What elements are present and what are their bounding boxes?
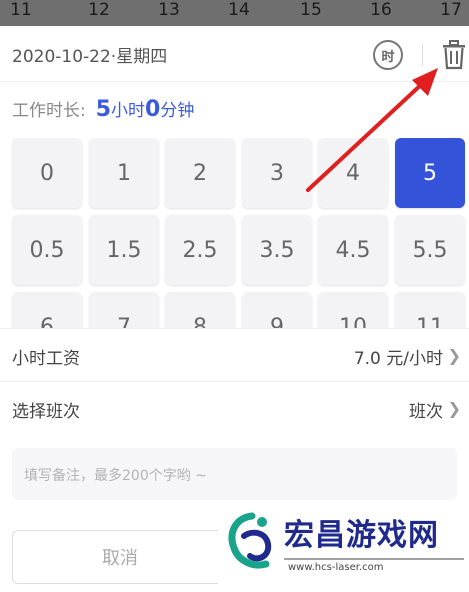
hour-option[interactable]: 2 — [165, 138, 235, 208]
hourly-wage-value: 7.0 元/小时 — [353, 349, 443, 369]
hour-option[interactable]: 4.5 — [318, 215, 388, 285]
note-placeholder: 填写备注，最多200个字哟 ~ — [24, 468, 207, 484]
calendar-day[interactable]: 16 — [366, 0, 396, 20]
shift-row[interactable]: 选择班次 班次 ❯ — [0, 381, 469, 434]
clock-button[interactable]: 时 — [373, 40, 403, 70]
hour-option[interactable]: 5 — [395, 138, 465, 208]
calendar-day[interactable]: 15 — [296, 0, 326, 20]
shift-label: 选择班次 — [12, 402, 80, 422]
shift-value: 班次 — [409, 402, 443, 422]
watermark-logo — [228, 512, 272, 569]
chevron-right-icon: ❯ — [447, 346, 461, 365]
hour-option[interactable]: 1.5 — [89, 215, 159, 285]
work-duration: 工作时长: 5 小时 0 分钟 — [12, 96, 194, 128]
header-divider — [422, 44, 423, 66]
hour-option[interactable]: 6 — [12, 292, 82, 328]
hour-option[interactable]: 1 — [89, 138, 159, 208]
calendar-day[interactable]: 11 — [6, 0, 36, 20]
hour-option[interactable]: 11 — [395, 292, 465, 328]
note-input[interactable]: 填写备注，最多200个字哟 ~ — [12, 448, 457, 500]
clock-icon-label: 时 — [381, 49, 395, 65]
calendar-day[interactable]: 12 — [84, 0, 114, 20]
trash-icon — [443, 40, 465, 70]
chevron-right-icon: ❯ — [447, 399, 461, 418]
duration-minutes-unit: 分钟 — [160, 101, 195, 121]
selected-date: 2020-10-22·星期四 — [12, 47, 168, 67]
watermark: 宏昌游戏网 www.hcs-laser.com — [218, 500, 469, 592]
calendar-day[interactable]: 17 — [436, 0, 466, 20]
calendar-date-strip: 11 12 13 14 15 16 17 — [0, 0, 469, 26]
hour-option[interactable]: 3.5 — [242, 215, 312, 285]
hour-option[interactable]: 5.5 — [395, 215, 465, 285]
duration-label: 工作时长: — [12, 101, 86, 121]
hour-option[interactable]: 10 — [318, 292, 388, 328]
hour-option[interactable]: 3 — [242, 138, 312, 208]
hour-option[interactable]: 9 — [242, 292, 312, 328]
hour-picker-grid: 0 1 2 3 4 5 0.5 1.5 2.5 3.5 4.5 5.5 6 7 8 9 10 11 — [0, 138, 469, 328]
duration-hours: 5 — [95, 97, 112, 122]
cancel-button[interactable]: 取消 — [12, 530, 228, 584]
hourly-wage-label: 小时工资 — [12, 349, 80, 369]
calendar-day[interactable]: 14 — [224, 0, 254, 20]
sheet-header: 2020-10-22·星期四 时 — [0, 26, 469, 82]
watermark-title: 宏昌游戏网 — [284, 518, 439, 553]
watermark-url: www.hcs-laser.com — [288, 562, 384, 573]
hour-option[interactable]: 2.5 — [165, 215, 235, 285]
hourly-wage-row[interactable]: 小时工资 7.0 元/小时 ❯ — [0, 328, 469, 381]
hour-option[interactable]: 7 — [89, 292, 159, 328]
duration-minutes: 0 — [145, 97, 161, 122]
duration-hours-unit: 小时 — [111, 101, 146, 121]
delete-button[interactable] — [441, 40, 467, 70]
hour-option[interactable]: 4 — [318, 138, 388, 208]
hour-option[interactable]: 0 — [12, 138, 82, 208]
hour-option[interactable]: 0.5 — [12, 215, 82, 285]
hour-option[interactable]: 8 — [165, 292, 235, 328]
calendar-day[interactable]: 13 — [154, 0, 184, 20]
